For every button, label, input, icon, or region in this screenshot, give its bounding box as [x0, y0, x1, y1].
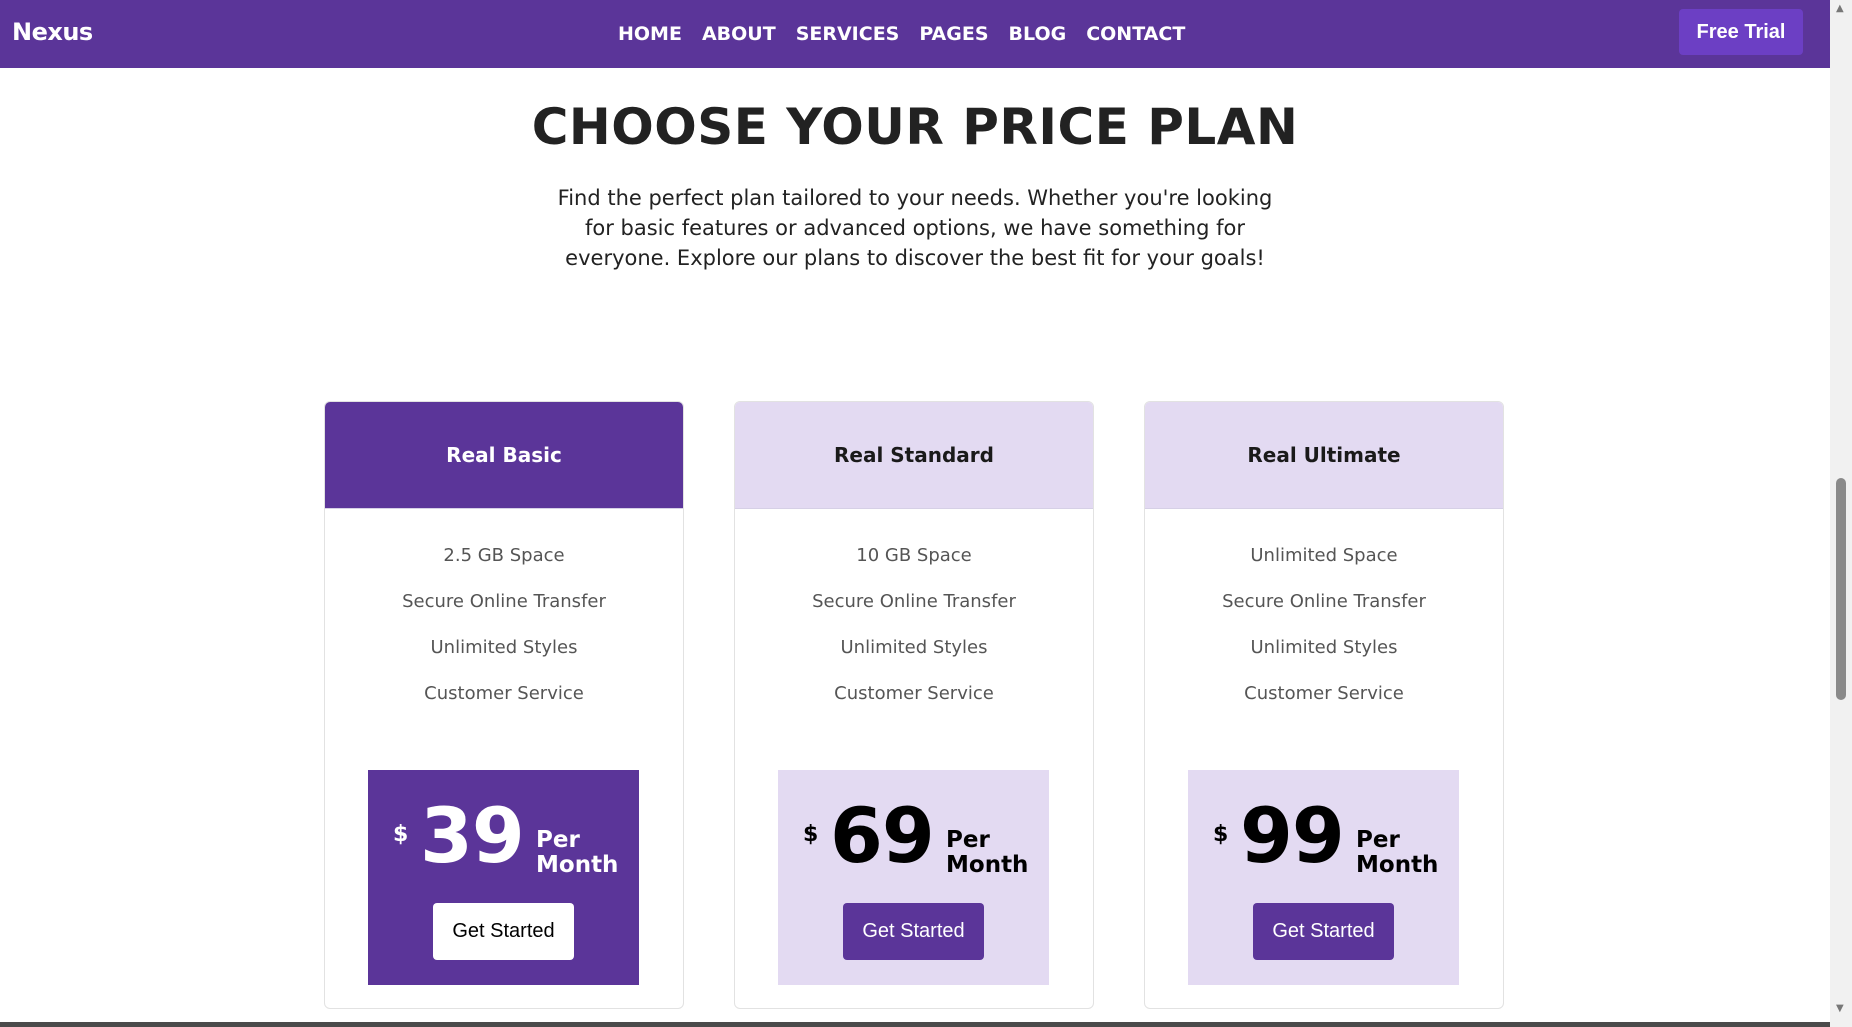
feature-item: Unlimited Styles	[840, 637, 988, 658]
nav-link-pages[interactable]: PAGES	[919, 23, 988, 45]
intro-text: Find the perfect plan tailored to your n…	[557, 186, 1273, 270]
price-box: $ 99 Per Month Get Started	[1188, 770, 1459, 985]
month-label: Month	[946, 852, 1029, 878]
price-box: $ 69 Per Month Get Started	[778, 770, 1049, 985]
feature-item: Secure Online Transfer	[1222, 591, 1426, 612]
plan-name: Real Standard	[735, 402, 1093, 509]
window-bottom-edge	[0, 1022, 1830, 1027]
currency-symbol: $	[393, 822, 409, 847]
feature-list: 2.5 GB Space Secure Online Transfer Unli…	[325, 509, 683, 729]
price-box: $ 39 Per Month Get Started	[368, 770, 639, 985]
price-period: Per Month	[946, 828, 1028, 878]
get-started-button[interactable]: Get Started	[433, 903, 574, 960]
feature-item: Customer Service	[1244, 683, 1404, 704]
price-amount: 99	[1240, 791, 1345, 880]
price-amount: 39	[420, 791, 525, 880]
nav-link-home[interactable]: HOME	[618, 23, 682, 45]
price-period: Per Month	[1356, 828, 1438, 878]
plan-card-ultimate: Real Ultimate Unlimited Space Secure Onl…	[1144, 401, 1504, 1009]
feature-item: Secure Online Transfer	[402, 591, 606, 612]
page-title: CHOOSE YOUR PRICE PLAN	[531, 98, 1299, 156]
feature-item: 10 GB Space	[856, 545, 972, 566]
nav-link-about[interactable]: ABOUT	[702, 23, 776, 45]
scroll-thumb[interactable]	[1836, 478, 1846, 700]
feature-list: Unlimited Space Secure Online Transfer U…	[1145, 509, 1503, 729]
plan-card-standard: Real Standard 10 GB Space Secure Online …	[734, 401, 1094, 1009]
plan-name: Real Basic	[325, 402, 683, 509]
scroll-up-arrow-icon[interactable]: ▲	[1836, 4, 1846, 14]
currency-symbol: $	[1213, 822, 1229, 847]
nav-link-blog[interactable]: BLOG	[1009, 23, 1067, 45]
feature-item: Secure Online Transfer	[812, 591, 1016, 612]
feature-item: Customer Service	[424, 683, 584, 704]
per-label: Per	[946, 827, 990, 853]
plan-card-basic: Real Basic 2.5 GB Space Secure Online Tr…	[324, 401, 684, 1009]
get-started-button[interactable]: Get Started	[1253, 903, 1394, 960]
feature-item: Unlimited Styles	[1250, 637, 1398, 658]
feature-item: 2.5 GB Space	[443, 545, 565, 566]
month-label: Month	[1356, 852, 1439, 878]
nav-links: HOME ABOUT SERVICES PAGES BLOG CONTACT	[618, 0, 1185, 68]
get-started-button[interactable]: Get Started	[843, 903, 984, 960]
free-trial-button[interactable]: Free Trial	[1679, 9, 1803, 55]
plan-name: Real Ultimate	[1145, 402, 1503, 509]
nav-link-contact[interactable]: CONTACT	[1086, 23, 1185, 45]
currency-symbol: $	[803, 822, 819, 847]
feature-item: Unlimited Styles	[430, 637, 578, 658]
feature-item: Unlimited Space	[1250, 545, 1398, 566]
price-amount: 69	[830, 791, 935, 880]
month-label: Month	[536, 852, 619, 878]
per-label: Per	[536, 827, 580, 853]
scroll-down-arrow-icon[interactable]: ▼	[1836, 1004, 1846, 1014]
feature-list: 10 GB Space Secure Online Transfer Unlim…	[735, 509, 1093, 729]
top-navbar: Nexus HOME ABOUT SERVICES PAGES BLOG CON…	[0, 0, 1830, 68]
nav-link-services[interactable]: SERVICES	[796, 23, 900, 45]
feature-item: Customer Service	[834, 683, 994, 704]
price-period: Per Month	[536, 828, 618, 878]
brand-logo[interactable]: Nexus	[12, 0, 93, 68]
vertical-scrollbar[interactable]: ▲ ▼	[1830, 0, 1852, 1027]
per-label: Per	[1356, 827, 1400, 853]
